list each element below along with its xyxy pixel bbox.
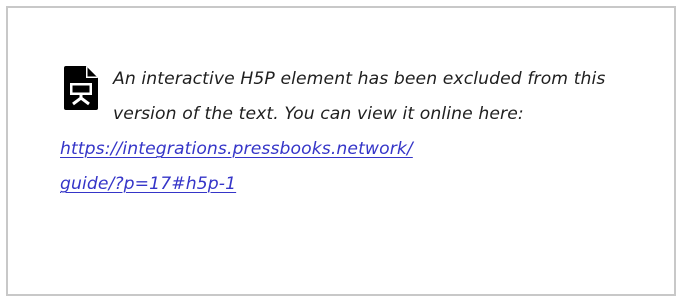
notice-message: An interactive H5P element has been excl…: [113, 69, 606, 124]
document-presentation-icon: [64, 66, 98, 110]
h5p-excluded-notice: An interactive H5P element has been excl…: [60, 62, 650, 202]
h5p-online-link[interactable]: https://integrations.pressbooks.network/…: [60, 132, 480, 202]
